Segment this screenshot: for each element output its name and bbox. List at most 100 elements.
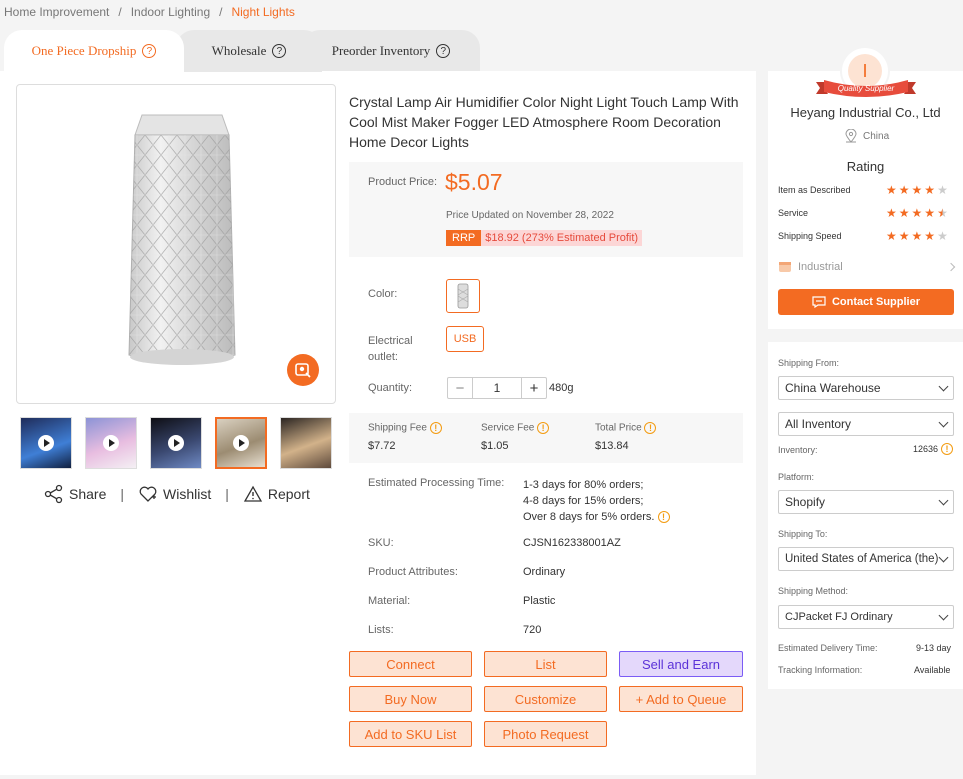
- star-full-icon: ★: [898, 229, 910, 243]
- wishlist-button[interactable]: Wishlist: [138, 485, 211, 503]
- select-value: Shopify: [785, 495, 826, 509]
- supplier-category-link[interactable]: Industrial: [778, 261, 956, 273]
- color-label: Color:: [368, 288, 398, 300]
- thumbnail-video-3[interactable]: [150, 417, 202, 469]
- image-search-button[interactable]: [287, 354, 319, 386]
- rating-label-described: Item as Described: [778, 185, 851, 195]
- sell-and-earn-button[interactable]: Sell and Earn: [619, 651, 743, 677]
- chevron-down-icon: [938, 610, 949, 620]
- material-value: Plastic: [523, 595, 556, 607]
- add-to-queue-button[interactable]: + Add to Queue: [619, 686, 743, 712]
- star-full-icon: ★: [898, 183, 910, 197]
- supplier-name[interactable]: Heyang Industrial Co., Ltd: [768, 105, 963, 120]
- tab-one-piece-dropship[interactable]: One Piece Dropship?: [4, 30, 184, 72]
- outlet-option-usb[interactable]: USB: [446, 326, 484, 352]
- contact-label: Contact Supplier: [831, 296, 920, 308]
- tab-preorder-inventory[interactable]: Preorder Inventory?: [302, 30, 480, 72]
- warning-icon: [243, 485, 262, 502]
- material-label: Material:: [368, 595, 411, 607]
- info-icon[interactable]: !: [537, 422, 550, 434]
- report-button[interactable]: Report: [243, 485, 310, 503]
- star-full-icon: ★: [924, 183, 936, 197]
- tab-wholesale[interactable]: Wholesale?: [176, 30, 322, 72]
- photo-request-button[interactable]: Photo Request: [484, 721, 607, 747]
- rating-stars-shipping: ★ ★ ★ ★ ★: [886, 230, 948, 242]
- customize-button[interactable]: Customize: [484, 686, 607, 712]
- chevron-right-icon: [946, 262, 956, 272]
- lists-value: 720: [523, 624, 542, 636]
- thumbnail-image-5[interactable]: [280, 417, 332, 469]
- platform-select[interactable]: Shopify: [778, 490, 954, 514]
- location-pin-icon: [845, 129, 857, 143]
- processing-line-3: Over 8 days for 5% orders. !: [523, 509, 670, 525]
- breadcrumb-night-lights[interactable]: Night Lights: [231, 5, 294, 19]
- help-icon: ?: [142, 44, 157, 58]
- info-icon[interactable]: !: [657, 511, 670, 524]
- info-icon[interactable]: !: [644, 422, 657, 434]
- inventory-value: 12636: [913, 444, 939, 454]
- product-main-image[interactable]: [16, 84, 336, 404]
- breadcrumb-separator: /: [219, 5, 223, 19]
- processing-line: 1-3 days for 80% orders;: [523, 479, 644, 491]
- shipping-method-select[interactable]: CJPacket FJ Ordinary: [778, 605, 954, 629]
- separator: |: [225, 486, 229, 502]
- share-button[interactable]: Share: [44, 484, 106, 504]
- buy-now-button[interactable]: Buy Now: [349, 686, 472, 712]
- processing-time: 1-3 days for 80% orders; 4-8 days for 15…: [523, 477, 670, 525]
- price-label: Product Price:: [368, 176, 438, 188]
- breadcrumb-separator: /: [118, 5, 122, 19]
- supplier-location: China: [845, 129, 889, 143]
- tab-label: Preorder Inventory: [331, 43, 431, 58]
- separator: |: [120, 486, 124, 502]
- chevron-down-icon: [938, 381, 949, 391]
- total-price-label-text: Total Price: [595, 422, 642, 434]
- processing-time-label: Estimated Processing Time:: [368, 477, 505, 489]
- connect-button[interactable]: Connect: [349, 651, 472, 677]
- inventory-label: Inventory:: [778, 445, 818, 455]
- tracking-value: Available: [914, 665, 951, 675]
- quantity-increase-button[interactable]: +: [522, 378, 546, 398]
- processing-line: 4-8 days for 15% orders;: [523, 495, 644, 507]
- shipping-fee: $7.72: [368, 440, 396, 452]
- shipping-to-select[interactable]: United States of America (the): [778, 547, 954, 571]
- color-option[interactable]: [446, 279, 480, 313]
- info-icon[interactable]: !: [429, 422, 442, 434]
- star-full-icon: ★: [886, 206, 897, 220]
- category-text: Industrial: [798, 261, 843, 273]
- help-icon: ?: [436, 44, 451, 58]
- rating-stars-service: ★ ★ ★ ★ ★: [886, 207, 948, 219]
- delivery-time-value: 9-13 day: [916, 643, 952, 653]
- info-icon[interactable]: !: [941, 443, 954, 455]
- tab-label: One Piece Dropship: [31, 43, 137, 58]
- shipping-from-select[interactable]: China Warehouse: [778, 376, 954, 400]
- service-fee-label-text: Service Fee: [481, 422, 535, 434]
- rating-label-shipping: Shipping Speed: [778, 231, 842, 241]
- share-icon: [44, 484, 63, 504]
- rrp-tag: RRP: [446, 230, 482, 246]
- star-full-icon: ★: [886, 229, 897, 243]
- play-icon: [38, 435, 54, 451]
- ribbon-text: Quality Supplier: [837, 84, 895, 93]
- thumbnail-video-1[interactable]: [20, 417, 72, 469]
- thumbnail-video-4[interactable]: [215, 417, 267, 469]
- list-button[interactable]: List: [484, 651, 607, 677]
- add-to-sku-list-button[interactable]: Add to SKU List: [349, 721, 472, 747]
- play-icon: [103, 435, 119, 451]
- report-label: Report: [267, 486, 310, 502]
- store-icon: [779, 262, 791, 272]
- inventory-type-select[interactable]: All Inventory: [778, 412, 954, 436]
- select-value: CJPacket FJ Ordinary: [785, 611, 893, 623]
- play-icon: [168, 435, 184, 451]
- rating-title: Rating: [846, 159, 885, 174]
- breadcrumb-home-improvement[interactable]: Home Improvement: [4, 5, 109, 19]
- inventory-count: 12636!: [913, 443, 954, 455]
- breadcrumb-indoor-lighting[interactable]: Indoor Lighting: [131, 5, 210, 19]
- chevron-down-icon: [938, 495, 949, 505]
- quantity-input[interactable]: 1: [472, 378, 522, 398]
- share-label: Share: [69, 486, 107, 502]
- thumbnail-video-2[interactable]: [85, 417, 137, 469]
- product-actions: Share | Wishlist | Report: [44, 484, 310, 504]
- quantity-decrease-button[interactable]: −: [448, 378, 472, 398]
- contact-supplier-button[interactable]: Contact Supplier: [778, 289, 954, 315]
- image-search-icon: [295, 363, 311, 378]
